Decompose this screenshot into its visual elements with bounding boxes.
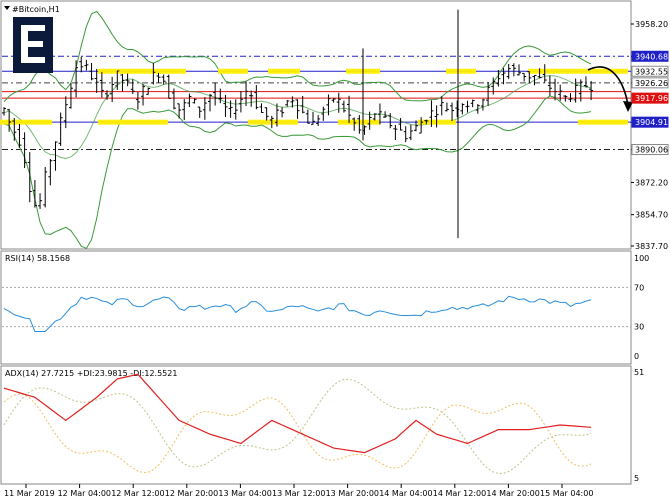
time-label: 14 Mar 20:00: [486, 489, 539, 498]
level-highlights: [0, 68, 628, 125]
price-tag-label: 3940.68: [635, 52, 668, 61]
price-tag-label: 3932.55: [635, 67, 668, 76]
price-tick-label: 3854.70: [635, 211, 668, 220]
price-tag-label: 3890.06: [635, 146, 668, 155]
highlight-bar: [446, 68, 476, 74]
rsi-axis: 100 70 30 0: [634, 254, 649, 361]
price-tags: 3940.68 3932.55 3926.26 3917.96 3904.91 3890.…: [631, 50, 669, 156]
highlight-bar: [218, 68, 248, 74]
adx-tick-label: 51: [634, 368, 644, 377]
time-axis: 11 Mar 2019 12 Mar 04:00 12 Mar 12:00 12 Ma…: [4, 484, 593, 498]
price-tag-label: 3904.91: [635, 118, 668, 127]
rsi-title: RSI(14) 58.1568: [5, 254, 70, 263]
time-label: 13 Mar 20:00: [326, 489, 379, 498]
price-tick-label: 3837.70: [635, 242, 668, 251]
rsi-levels: [2, 286, 631, 328]
highlight-bar: [98, 119, 168, 125]
time-label: 13 Mar 04:00: [218, 489, 271, 498]
adx-series: [3, 373, 592, 454]
time-label: 12 Mar 04:00: [58, 489, 111, 498]
chart-menu-icon[interactable]: [4, 6, 10, 10]
adx-lines: [3, 373, 592, 475]
main-pane[interactable]: [0, 0, 632, 250]
price-tag-label: 3926.26: [635, 79, 668, 88]
time-label: 14 Mar 12:00: [433, 489, 486, 498]
time-label: 11 Mar 2019: [4, 489, 55, 498]
highlight-bar: [0, 119, 52, 125]
adx-title: ADX(14) 27.7215 +DI:23.9815 -DI:12.5521: [5, 369, 177, 378]
price-tag-label: 3917.96: [635, 94, 668, 103]
highlight-bar: [98, 68, 186, 74]
company-logo-icon: [13, 17, 53, 73]
chart-window[interactable]: #Bitcoin,H1 3958.20 3940.68 3926.26 3904.91…: [0, 0, 670, 502]
bollinger-bands: [3, 10, 592, 250]
adx-axis: 51 5: [634, 368, 644, 483]
rsi-tick-label: 70: [634, 283, 644, 292]
minus-di-series: [3, 393, 592, 474]
price-tick-label: 3872.20: [635, 178, 668, 187]
rsi-pane[interactable]: [0, 250, 632, 365]
price-tick-label: 3958.20: [635, 20, 668, 29]
time-label: 12 Mar 20:00: [165, 489, 218, 498]
rsi-tick-label: 0: [634, 352, 639, 361]
highlight-bar: [268, 68, 300, 74]
time-label: 12 Mar 12:00: [111, 489, 164, 498]
time-label: 15 Mar 04:00: [540, 489, 593, 498]
adx-pane[interactable]: [0, 365, 632, 485]
time-label: 14 Mar 04:00: [379, 489, 432, 498]
main-title: #Bitcoin,H1: [12, 5, 60, 14]
plus-di-series: [3, 378, 592, 475]
adx-tick-label: 5: [634, 474, 639, 483]
rsi-tick-label: 30: [634, 323, 644, 332]
rsi-tick-label: 100: [634, 254, 649, 263]
highlight-bar: [578, 119, 628, 125]
highlight-bar: [248, 119, 298, 125]
time-label: 13 Mar 12:00: [272, 489, 325, 498]
